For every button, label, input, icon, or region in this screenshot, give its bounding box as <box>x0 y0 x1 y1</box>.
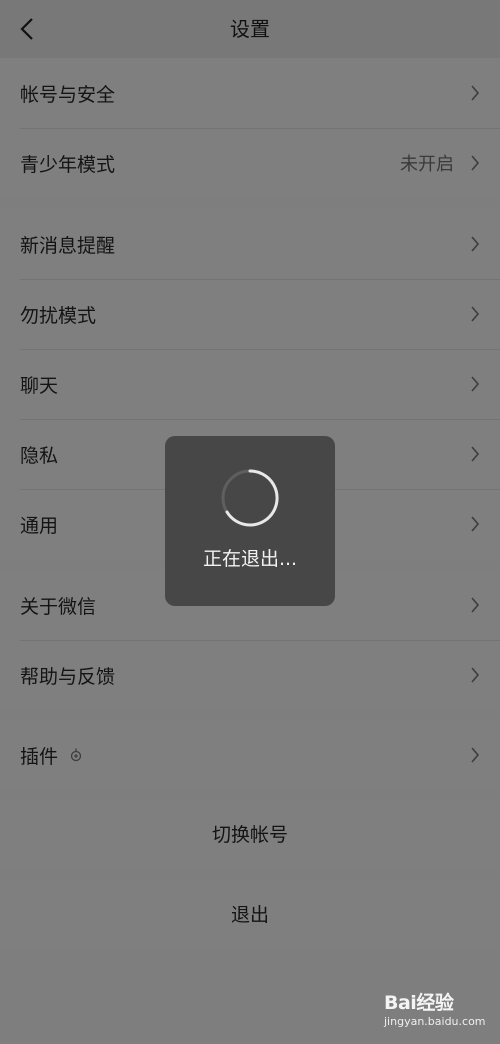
settings-item-new-message-alerts[interactable]: 新消息提醒 <box>0 209 500 279</box>
settings-item-youth-mode[interactable]: 青少年模式 未开启 <box>0 128 500 198</box>
chevron-right-icon <box>471 376 480 392</box>
chevron-right-icon <box>471 155 480 171</box>
switch-account-button[interactable]: 切换帐号 <box>0 800 500 870</box>
settings-item-help-feedback[interactable]: 帮助与反馈 <box>0 640 500 710</box>
page-title: 设置 <box>230 17 270 41</box>
youth-mode-status: 未开启 <box>400 154 454 175</box>
settings-item-account-security[interactable]: 帐号与安全 <box>0 58 500 128</box>
toast-message: 正在退出... <box>202 548 298 570</box>
watermark-brand: Bai经验 <box>384 992 454 1014</box>
settings-group-plugins: 插件 <box>0 720 500 790</box>
settings-item-label: 勿扰模式 <box>20 304 97 327</box>
settings-item-label: 青少年模式 <box>20 153 116 176</box>
settings-item-label: 帐号与安全 <box>20 83 116 106</box>
settings-item-label: 聊天 <box>20 374 59 397</box>
chevron-right-icon <box>471 236 480 252</box>
chevron-right-icon <box>471 516 480 532</box>
loading-toast: 正在退出... <box>165 436 335 606</box>
settings-item-label: 隐私 <box>20 444 59 467</box>
chevron-right-icon <box>471 667 480 683</box>
chevron-right-icon <box>471 597 480 613</box>
settings-item-label: 通用 <box>20 514 59 537</box>
settings-item-label: 帮助与反馈 <box>20 665 116 688</box>
loading-spinner-icon <box>221 469 279 527</box>
settings-item-do-not-disturb[interactable]: 勿扰模式 <box>0 279 500 349</box>
logout-button[interactable]: 退出 <box>0 880 500 950</box>
settings-item-label: 关于微信 <box>20 595 97 618</box>
chevron-right-icon <box>471 446 480 462</box>
watermark-url: jingyan.baidu.com <box>384 1015 486 1028</box>
chevron-right-icon <box>471 747 480 763</box>
settings-group-account: 帐号与安全 青少年模式 未开启 <box>0 58 500 198</box>
settings-item-label: 插件 <box>20 745 59 768</box>
settings-item-chat[interactable]: 聊天 <box>0 349 500 419</box>
baidu-jingyan-watermark: Bai经验 jingyan.baidu.com <box>384 988 494 1034</box>
plugin-icon <box>70 748 82 762</box>
chevron-right-icon <box>471 306 480 322</box>
navigation-bar: 设置 <box>0 0 500 58</box>
chevron-right-icon <box>471 85 480 101</box>
settings-item-plugins[interactable]: 插件 <box>0 720 500 790</box>
settings-item-label: 新消息提醒 <box>20 234 116 257</box>
settings-item-label-wrap: 插件 <box>20 742 84 769</box>
